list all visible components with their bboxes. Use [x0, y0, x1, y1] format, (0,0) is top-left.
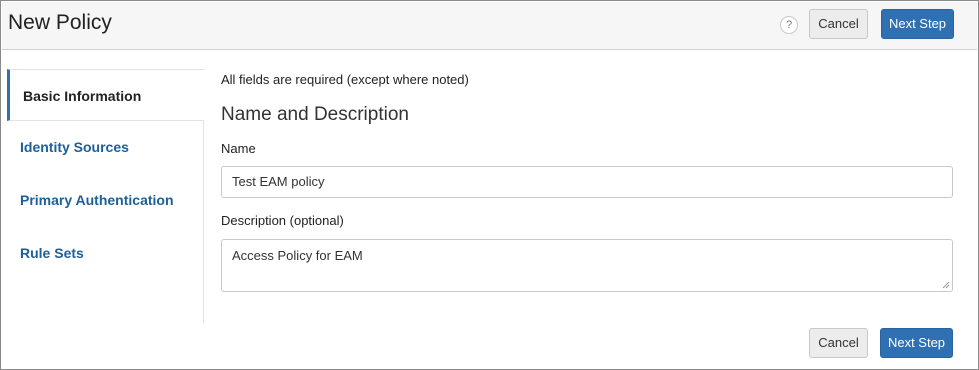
name-input[interactable]: Test EAM policy — [221, 166, 953, 198]
resize-handle-icon[interactable] — [942, 281, 950, 289]
section-title: Name and Description — [221, 104, 409, 125]
policy-wizard: New Policy ? Cancel Next Step Basic Info… — [0, 0, 979, 370]
footer-next-step-button[interactable]: Next Step — [880, 328, 953, 358]
nav-identity-sources[interactable]: Identity Sources — [7, 121, 204, 173]
description-value: Access Policy for EAM — [232, 248, 363, 263]
header-bar: New Policy ? Cancel Next Step — [2, 2, 977, 50]
required-fields-note: All fields are required (except where no… — [221, 72, 469, 87]
name-label: Name — [221, 141, 256, 156]
page-title: New Policy — [8, 11, 112, 34]
help-icon[interactable]: ? — [780, 16, 798, 34]
nav-item-label: Primary Authentication — [20, 192, 174, 208]
nav-item-label: Basic Information — [23, 88, 142, 104]
description-label: Description (optional) — [221, 213, 344, 228]
wizard-steps-nav: Basic Information Identity Sources Prima… — [7, 69, 204, 323]
nav-primary-authentication[interactable]: Primary Authentication — [7, 174, 204, 226]
nav-rule-sets[interactable]: Rule Sets — [7, 227, 204, 279]
description-textarea[interactable]: Access Policy for EAM — [221, 239, 953, 292]
nav-item-label: Rule Sets — [20, 245, 84, 261]
header-cancel-button[interactable]: Cancel — [809, 9, 868, 39]
footer-cancel-button[interactable]: Cancel — [809, 328, 868, 358]
nav-item-label: Identity Sources — [20, 139, 129, 155]
nav-basic-information[interactable]: Basic Information — [7, 69, 204, 121]
header-next-step-button[interactable]: Next Step — [881, 9, 954, 39]
